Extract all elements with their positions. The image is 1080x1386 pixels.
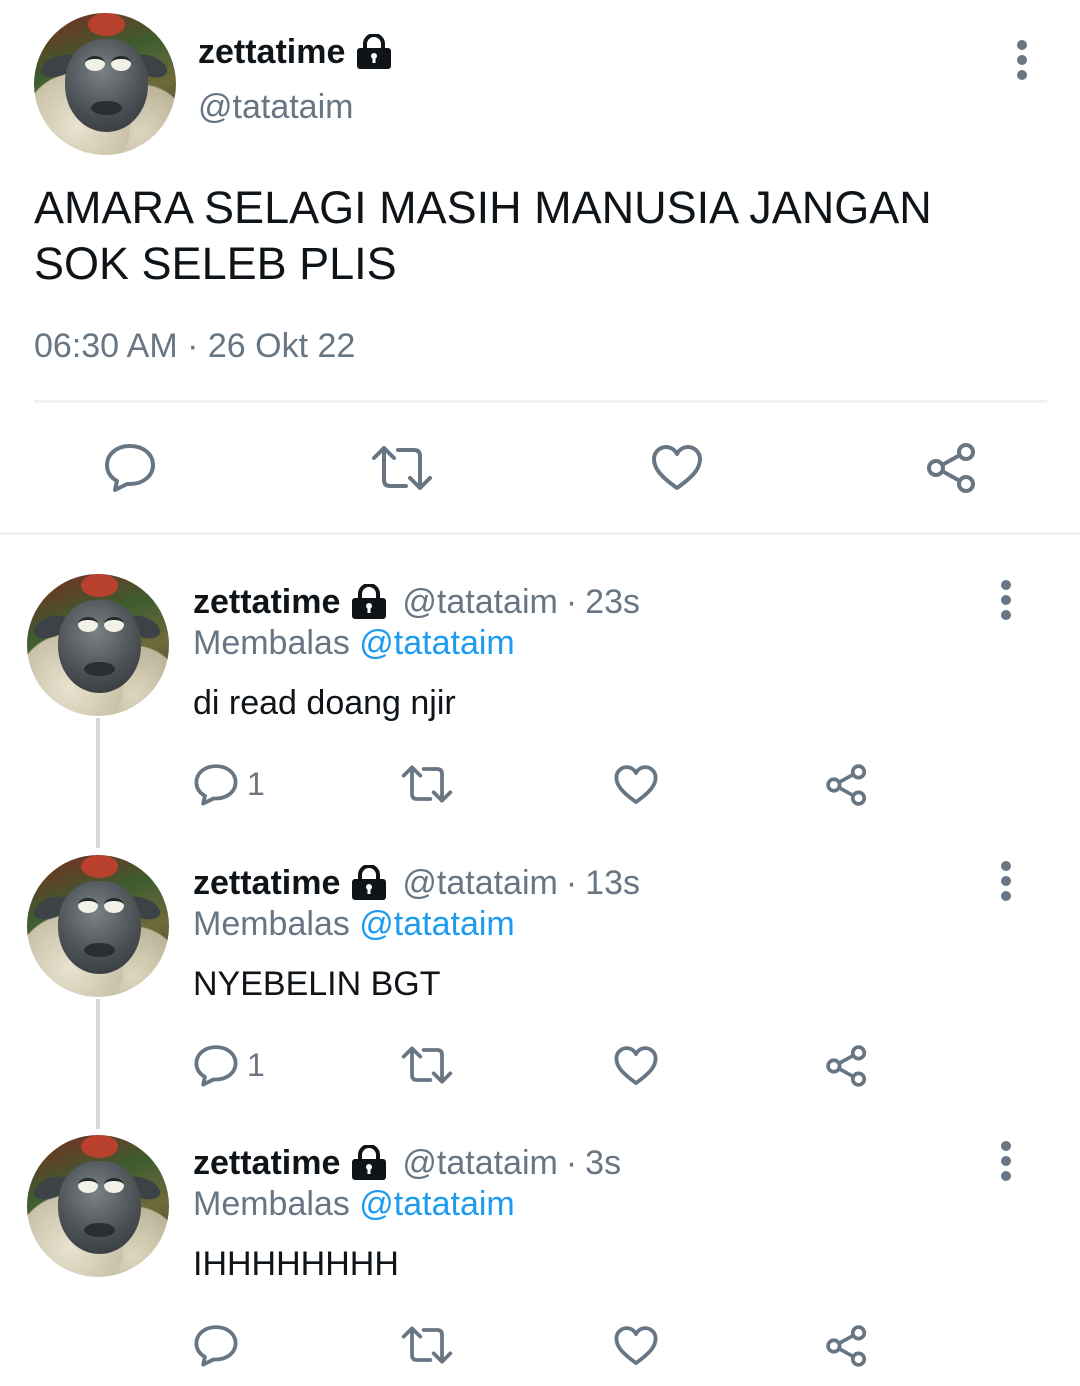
mention-link[interactable]: @tatataim bbox=[359, 905, 514, 943]
heart-icon[interactable] bbox=[650, 444, 704, 492]
replying-prefix: Membalas bbox=[193, 905, 350, 943]
thread-line bbox=[96, 718, 100, 848]
avatar-decoration bbox=[58, 1160, 141, 1255]
lock-icon bbox=[350, 1145, 388, 1181]
reply-count: 1 bbox=[247, 765, 265, 802]
reply-text: IHHHHHHHH bbox=[193, 1245, 399, 1283]
avatar[interactable] bbox=[34, 13, 176, 155]
reply-bubble-icon[interactable] bbox=[103, 442, 157, 492]
heart-icon[interactable] bbox=[613, 764, 659, 806]
tweet-timestamp[interactable]: 06:30 AM · 26 Okt 22 bbox=[34, 327, 355, 366]
avatar-decoration bbox=[80, 1135, 118, 1158]
handle[interactable]: @tatataim bbox=[402, 1144, 557, 1183]
avatar[interactable] bbox=[27, 574, 169, 716]
avatar-decoration bbox=[87, 13, 125, 36]
replying-prefix: Membalas bbox=[193, 1185, 350, 1223]
avatar-decoration bbox=[103, 897, 124, 914]
separator: · bbox=[187, 327, 199, 365]
heart-icon[interactable] bbox=[613, 1325, 659, 1367]
handle[interactable]: @tatataim bbox=[402, 583, 557, 622]
more-vertical-icon[interactable] bbox=[991, 859, 1021, 903]
retweet-icon[interactable] bbox=[400, 1325, 454, 1365]
tweet-text: AMARA SELAGI MASIH MANUSIA JANGAN SOK SE… bbox=[34, 180, 932, 292]
lock-icon bbox=[355, 34, 393, 70]
reply-count: 1 bbox=[247, 1046, 265, 1083]
section-divider bbox=[0, 532, 1080, 535]
reply-text: NYEBELIN BGT bbox=[193, 965, 441, 1003]
avatar-decoration bbox=[110, 55, 131, 72]
tweet-age: 23s bbox=[585, 582, 640, 621]
display-name[interactable]: zettatime bbox=[193, 1144, 340, 1183]
divider bbox=[34, 400, 1047, 403]
handle[interactable]: @tatataim bbox=[402, 864, 557, 903]
share-icon[interactable] bbox=[924, 440, 980, 496]
share-icon[interactable] bbox=[824, 1323, 870, 1369]
replying-to: Membalas @tatataim bbox=[193, 1185, 515, 1224]
reply-bubble-icon[interactable]: 1 bbox=[193, 1043, 265, 1087]
avatar-decoration bbox=[80, 855, 118, 878]
replying-prefix: Membalas bbox=[193, 624, 350, 662]
avatar-decoration bbox=[58, 599, 141, 694]
retweet-icon[interactable] bbox=[400, 1045, 454, 1085]
separator: · bbox=[565, 1143, 578, 1182]
more-vertical-icon[interactable] bbox=[991, 578, 1021, 622]
separator: · bbox=[565, 863, 578, 902]
avatar[interactable] bbox=[27, 855, 169, 997]
reply-header: zettatime @tatataim · 13s bbox=[193, 861, 640, 905]
retweet-icon[interactable] bbox=[370, 444, 434, 492]
more-vertical-icon[interactable] bbox=[1007, 38, 1037, 82]
separator: · bbox=[565, 582, 578, 621]
tweet-time: 06:30 AM bbox=[34, 327, 178, 365]
share-icon[interactable] bbox=[824, 762, 870, 808]
replying-to: Membalas @tatataim bbox=[193, 905, 515, 944]
thread-line bbox=[96, 999, 100, 1129]
display-name[interactable]: zettatime bbox=[193, 583, 340, 622]
avatar-decoration bbox=[103, 616, 124, 633]
avatar-decoration bbox=[65, 38, 148, 133]
avatar[interactable] bbox=[27, 1135, 169, 1277]
tweet-text-line: AMARA SELAGI MASIH MANUSIA JANGAN bbox=[34, 182, 932, 233]
display-name[interactable]: zettatime bbox=[193, 864, 340, 903]
reply-header: zettatime @tatataim · 3s bbox=[193, 1141, 621, 1185]
tweet-text-line: SOK SELEB PLIS bbox=[34, 238, 397, 289]
tweet-age: 3s bbox=[585, 1143, 622, 1182]
lock-icon bbox=[350, 865, 388, 901]
share-icon[interactable] bbox=[824, 1043, 870, 1089]
reply-text: di read doang njir bbox=[193, 684, 456, 722]
retweet-icon[interactable] bbox=[400, 764, 454, 804]
lock-icon bbox=[350, 584, 388, 620]
more-vertical-icon[interactable] bbox=[991, 1139, 1021, 1183]
display-name[interactable]: zettatime bbox=[198, 33, 345, 72]
avatar-decoration bbox=[103, 1177, 124, 1194]
reply-header: zettatime @tatataim · 23s bbox=[193, 580, 640, 624]
heart-icon[interactable] bbox=[613, 1045, 659, 1087]
tweet-age: 13s bbox=[585, 863, 640, 902]
avatar-decoration bbox=[80, 574, 118, 597]
tweet-date: 26 Okt 22 bbox=[207, 327, 356, 365]
replying-to: Membalas @tatataim bbox=[193, 624, 515, 663]
reply-bubble-icon[interactable]: 1 bbox=[193, 762, 265, 806]
reply-bubble-icon[interactable] bbox=[193, 1323, 247, 1367]
mention-link[interactable]: @tatataim bbox=[359, 624, 514, 662]
mention-link[interactable]: @tatataim bbox=[359, 1185, 514, 1223]
avatar-decoration bbox=[58, 880, 141, 975]
handle[interactable]: @tatataim bbox=[198, 88, 353, 127]
